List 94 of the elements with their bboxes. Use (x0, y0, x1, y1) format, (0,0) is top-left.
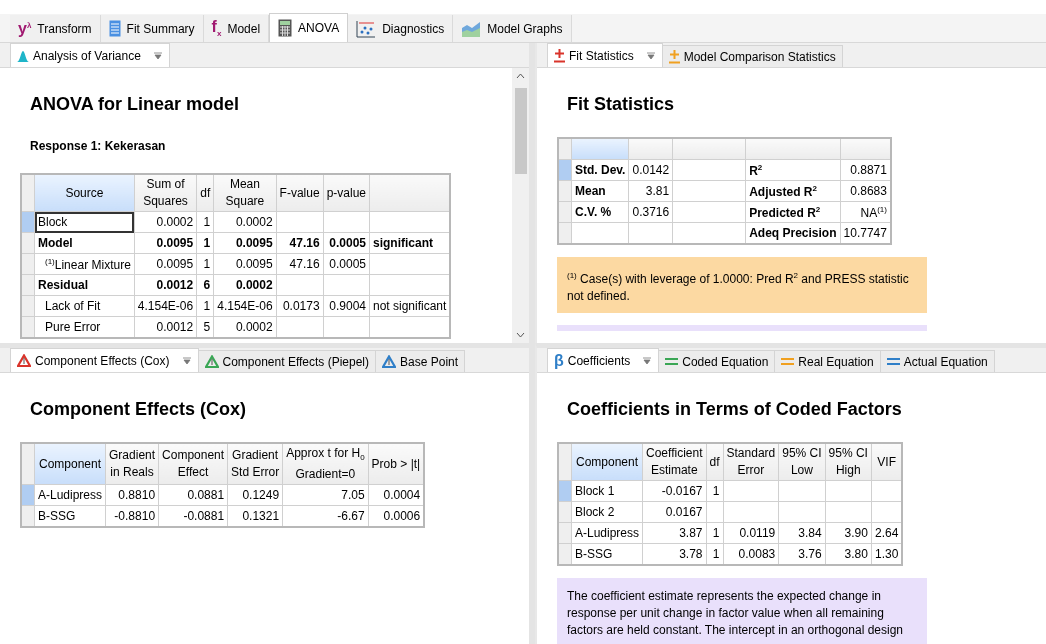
table-cell: 0.0095 (213, 253, 277, 275)
table-cell: 3.90 (825, 522, 872, 544)
table-cell: 3.84 (778, 522, 826, 544)
table-cell: Predicted R$^{2}$ (745, 201, 841, 223)
table-cell: Std. Dev. (571, 159, 629, 181)
info-note: The coefficient estimate represents the expected change in response per unit change in factor value when all remaining factors are held constant. The intercept in an orthogonal design (557, 578, 927, 644)
table-cell: 0.0005 (323, 253, 370, 275)
table-cell: Mean (571, 180, 629, 202)
column-header[interactable]: Approx t for H$_{0}$ Gradient=0 (282, 443, 369, 485)
column-header[interactable]: Gradient Std Error (227, 443, 283, 485)
table-cell: $^{(1)}$Linear Mixture (34, 253, 135, 275)
panel-tab[interactable]: Base Point (375, 350, 466, 372)
table-cell: 1 (196, 232, 214, 254)
table-cell: 3.81 (628, 180, 673, 202)
table-cell: Adjusted R$^{2}$ (745, 180, 841, 202)
table-cell: 0.0119 (723, 522, 779, 544)
table-cell: Block (34, 211, 135, 233)
panel-tab[interactable]: Coded Equation (658, 350, 776, 372)
table-cell: Model (34, 232, 135, 254)
table-cell: 0.0881 (158, 484, 228, 506)
table-cell: 6 (196, 274, 214, 296)
table-cell: 4.154E-06 (134, 295, 197, 317)
table-cell: 1 (706, 522, 724, 544)
symbol-icon: y$^{λ}$ (18, 20, 32, 37)
table-cell: R$^{2}$ (745, 159, 841, 181)
column-header[interactable]: p-value (323, 174, 370, 212)
column-header[interactable]: Component (34, 443, 106, 485)
table-cell: 0.0095 (213, 232, 277, 254)
column-header[interactable]: Prob > |t| (368, 443, 425, 485)
table-cell: Lack of Fit (34, 295, 135, 317)
table-cell: 47.16 (276, 253, 324, 275)
section-title: Fit Statistics (567, 94, 676, 115)
table-cell: 0.0142 (628, 159, 673, 181)
table-cell: 0.0002 (213, 211, 277, 233)
main-tab[interactable]: y$^{λ}$ Transform (10, 15, 101, 42)
table-cell: -0.0167 (642, 480, 706, 502)
panel-tab[interactable]: Actual Equation (879, 350, 995, 372)
section-title: Coefficients in Terms of Coded Factors (567, 399, 903, 420)
column-header[interactable]: Coefficient Estimate (642, 443, 706, 481)
main-tab[interactable]: Diagnostics (348, 15, 454, 42)
table-cell: C.V. % (571, 201, 629, 223)
response-label: Response 1: Kekerasan (30, 139, 167, 153)
panel-tab[interactable]: β Coefficients (547, 348, 660, 372)
table-cell: 1 (196, 295, 214, 317)
table-cell: 3.87 (642, 522, 706, 544)
main-tab[interactable]: ANOVA (269, 13, 349, 42)
panel-tab[interactable]: Analysis of Variance (10, 43, 170, 67)
table-cell: Block 1 (571, 480, 643, 502)
column-header[interactable]: Component Effect (158, 443, 228, 485)
table-cell: 0.0173 (276, 295, 324, 317)
column-header[interactable]: Mean Square (213, 174, 277, 212)
column-header[interactable]: Standard Error (723, 443, 779, 481)
table-cell: 0.0012 (134, 274, 197, 296)
table-cell: 7.05 (282, 484, 369, 506)
table-cell: 0.0095 (134, 253, 197, 275)
column-header[interactable]: 95% CI High (825, 443, 872, 481)
panel-tab[interactable]: Real Equation (774, 350, 881, 372)
column-header[interactable]: Sum of Squares (134, 174, 197, 212)
table-cell: A-Ludipress (571, 522, 643, 544)
column-header[interactable]: Source (34, 174, 135, 212)
table-cell: Residual (34, 274, 135, 296)
table-cell: A-Ludipress (34, 484, 106, 506)
section-title: ANOVA for Linear model (30, 94, 241, 115)
panel-tab[interactable]: Component Effects (Cox) (10, 348, 199, 372)
footnote-box: $^{(1)}$ Case(s) with leverage of 1.0000: Pred R$^{2}$ and PRESS statistic not defined. (557, 257, 927, 313)
section-title: Component Effects (Cox) (30, 399, 247, 420)
table-cell: 0.9004 (323, 295, 370, 317)
panel-tab[interactable]: Fit Statistics (547, 43, 663, 67)
column-header[interactable]: F-value (276, 174, 324, 212)
table-cell: 1 (196, 211, 214, 233)
column-header[interactable]: Gradient in Reals (105, 443, 159, 485)
table-cell: 0.0002 (213, 274, 277, 296)
panel-tab[interactable]: Component Effects (Piepel) (197, 350, 377, 372)
table-cell: 4.154E-06 (213, 295, 277, 317)
symbol-icon: β (554, 352, 564, 369)
table-cell: 0.8810 (105, 484, 159, 506)
column-header[interactable]: VIF (871, 443, 903, 481)
table-cell: 47.16 (276, 232, 324, 254)
main-tab[interactable]: Fit Summary (100, 15, 204, 42)
main-tab[interactable]: Model Graphs (453, 15, 572, 42)
table-cell: 1 (196, 253, 214, 275)
column-header[interactable]: Component (571, 443, 643, 481)
panel-tab[interactable]: Model Comparison Statistics (661, 45, 843, 67)
table-cell: 0.0005 (323, 232, 370, 254)
table-cell: 0.0095 (134, 232, 197, 254)
column-header[interactable]: 95% CI Low (778, 443, 826, 481)
table-cell: 0.0167 (642, 501, 706, 523)
table-cell: 0.1249 (227, 484, 283, 506)
table-cell: Block 2 (571, 501, 643, 523)
symbol-icon: f$_{x}$ (211, 18, 222, 39)
table-cell: 0.0002 (134, 211, 197, 233)
table-cell: 1 (706, 480, 724, 502)
main-tab[interactable]: f$_{x}$ Model (203, 15, 270, 42)
table-cell: 0.3716 (628, 201, 673, 223)
